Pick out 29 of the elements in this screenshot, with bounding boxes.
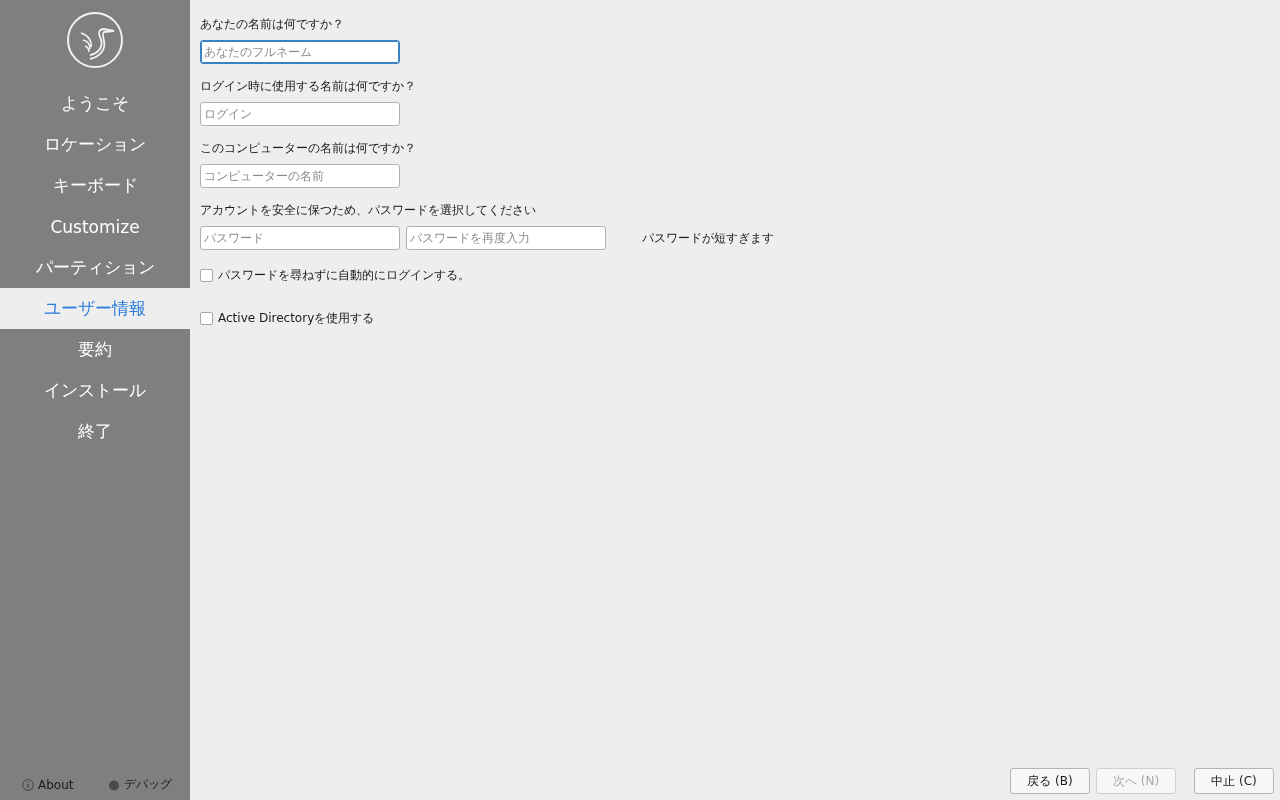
about-button[interactable]: About (20, 774, 76, 795)
sidebar-item[interactable]: パーティション (0, 247, 190, 288)
sidebar-item[interactable]: 終了 (0, 411, 190, 452)
field-label: アカウントを安全に保つため、パスワードを選択してください (200, 202, 537, 218)
checkbox-label: Active Directoryを使用する (218, 309, 375, 327)
sidebar-item[interactable]: キーボード (0, 165, 190, 206)
sidebar-item[interactable]: インストール (0, 370, 190, 411)
field-label: ログイン時に使用する名前は何ですか？ (200, 78, 417, 94)
checkbox[interactable] (200, 311, 213, 325)
debug-button[interactable]: デバッグ (106, 774, 174, 795)
text-field[interactable]: あなたのフルネーム (200, 40, 400, 64)
text-field[interactable]: ログイン (200, 102, 400, 126)
nav-button[interactable]: 戻る (B) (1010, 768, 1090, 794)
checkbox[interactable] (200, 268, 213, 282)
checkbox-label: パスワードを尋ねずに自動的にログインする。 (218, 266, 470, 284)
sidebar-item[interactable]: ロケーション (0, 124, 190, 165)
sidebar-item[interactable]: ようこそ (0, 83, 190, 124)
sidebar-item[interactable]: 要約 (0, 329, 190, 370)
password-warning: パスワードが短すぎます (642, 229, 774, 247)
sidebar-item[interactable]: ユーザー情報 (0, 288, 190, 329)
sidebar-item[interactable]: Customize (0, 206, 190, 247)
text-field[interactable]: パスワード (200, 226, 400, 250)
text-field[interactable]: コンピューターの名前 (200, 164, 400, 188)
text-field[interactable]: パスワードを再度入力 (406, 226, 606, 250)
bird-logo-icon (66, 11, 124, 69)
info-icon (22, 778, 34, 791)
nav-button[interactable]: 中止 (C) (1194, 768, 1274, 794)
field-label: あなたの名前は何ですか？ (200, 16, 345, 32)
field-label: このコンピューターの名前は何ですか？ (200, 140, 417, 156)
